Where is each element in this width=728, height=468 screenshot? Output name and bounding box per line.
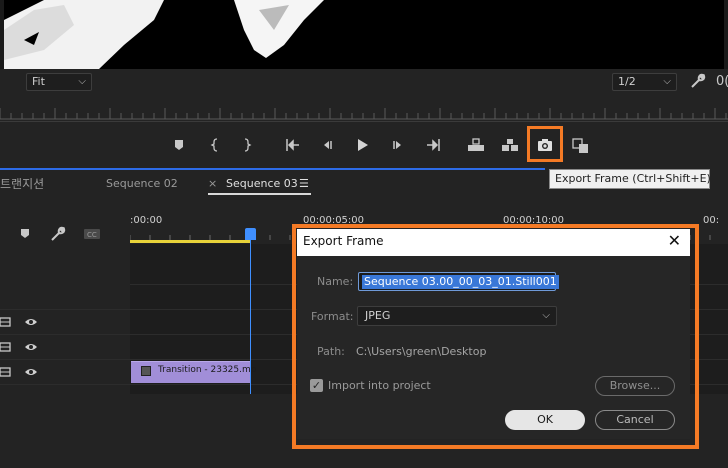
zoom-select[interactable]: Fit ⌵ [26, 73, 92, 91]
tab-sequence-03[interactable]: Sequence 03 [226, 177, 298, 190]
resolution-value: 1/2 [618, 75, 636, 88]
step-forward-icon [393, 141, 401, 149]
lift-icon [468, 138, 484, 151]
film-icon[interactable] [0, 366, 12, 378]
export-frame-dialog: Export Frame ✕ Name: Sequence 03.00_00_0… [297, 229, 690, 439]
import-label: Import into project [328, 379, 431, 392]
tab-close-icon[interactable]: × [208, 177, 217, 190]
dialog-title: Export Frame [303, 234, 384, 248]
go-to-in-button[interactable] [280, 132, 306, 158]
go-to-out-icon [427, 139, 440, 151]
active-tab-underline [208, 193, 311, 195]
premiere-window: Fit ⌵ 1/2 ⌵ 0( [0, 0, 728, 468]
name-label: Name: [317, 275, 354, 288]
name-value: Sequence 03.00_00_03_01.Still001 [362, 275, 559, 289]
clip-thumbnail [141, 366, 151, 376]
mark-in-button[interactable] [204, 132, 230, 158]
captions-icon[interactable]: CC [83, 228, 101, 240]
transport-controls [0, 128, 728, 164]
playhead-line [250, 228, 251, 394]
dialog-title-bar: Export Frame ✕ [297, 229, 690, 256]
go-to-in-icon [286, 139, 299, 151]
chevron-down-icon: ⌵ [663, 76, 671, 87]
video-frame [4, 0, 724, 69]
step-back-icon [324, 141, 332, 149]
chevron-down-icon: ⌵ [542, 310, 550, 321]
panel-focus-line [0, 168, 545, 170]
export-frame-highlight [527, 126, 563, 162]
extract-icon [502, 139, 518, 151]
step-forward-button[interactable] [386, 132, 412, 158]
cancel-button[interactable]: Cancel [595, 410, 675, 430]
film-icon[interactable] [0, 316, 12, 328]
extract-button[interactable] [496, 132, 522, 158]
zoom-value: Fit [32, 75, 45, 88]
comparison-view-icon [572, 138, 588, 153]
eye-icon[interactable] [24, 317, 38, 327]
mark-in-icon [210, 138, 218, 152]
svg-text:CC: CC [87, 231, 97, 239]
marker-icon [175, 140, 183, 150]
mark-out-button[interactable] [235, 132, 261, 158]
tab-transitions[interactable]: 트랜지션 [0, 175, 44, 192]
path-label: Path: [317, 345, 345, 358]
go-to-out-button[interactable] [420, 132, 446, 158]
chevron-down-icon: ⌵ [78, 76, 86, 87]
work-area-bar[interactable] [130, 240, 251, 243]
playhead-handle[interactable] [245, 228, 256, 240]
import-checkbox[interactable]: ✓ [310, 379, 323, 392]
add-marker-icon[interactable] [19, 228, 31, 240]
close-icon[interactable]: ✕ [668, 231, 681, 250]
wrench-icon[interactable] [690, 73, 706, 89]
track-headers [0, 244, 130, 394]
step-back-button[interactable] [315, 132, 341, 158]
monitor-controls: Fit ⌵ 1/2 ⌵ [0, 69, 728, 95]
format-select[interactable]: JPEG ⌵ [357, 306, 557, 326]
tab-menu-icon[interactable]: ☰ [299, 177, 309, 190]
video-clip[interactable]: Transition - 23325.mp [131, 361, 256, 383]
ok-button[interactable]: OK [505, 410, 585, 430]
film-icon[interactable] [0, 341, 12, 353]
wrench-icon[interactable] [50, 226, 66, 242]
add-marker-button[interactable] [167, 132, 193, 158]
format-label: Format: [311, 310, 354, 323]
format-value: JPEG [365, 309, 391, 322]
mark-out-icon [244, 138, 252, 152]
lift-button[interactable] [462, 132, 488, 158]
time-label-0: :00:00 [130, 215, 163, 226]
tab-sequence-02[interactable]: Sequence 02 [106, 177, 178, 190]
play-button[interactable] [350, 132, 376, 158]
comparison-view-button[interactable] [567, 132, 593, 158]
browse-button[interactable]: Browse... [595, 376, 675, 396]
monitor-ruler[interactable] [0, 98, 728, 122]
name-field[interactable]: Sequence 03.00_00_03_01.Still001 [358, 272, 559, 291]
timecode-peek: 0( [716, 74, 728, 89]
clip-label: Transition - 23325.mp [158, 365, 257, 375]
export-frame-tooltip: Export Frame (Ctrl+Shift+E) [549, 169, 711, 189]
play-icon [358, 139, 368, 151]
time-label-3: 00: [703, 215, 720, 226]
resolution-select[interactable]: 1/2 ⌵ [612, 73, 677, 91]
eye-icon[interactable] [24, 342, 38, 352]
eye-icon[interactable] [24, 367, 38, 377]
program-monitor [0, 0, 728, 69]
path-value: C:\Users\green\Desktop [356, 345, 487, 358]
